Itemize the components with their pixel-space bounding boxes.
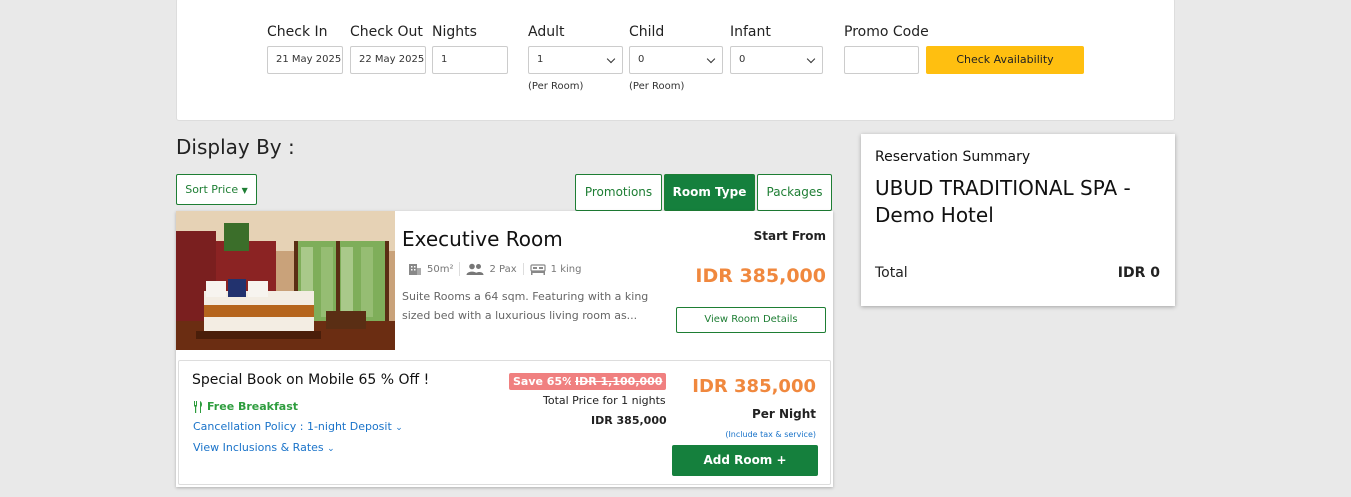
room-size: 50m² xyxy=(408,262,461,276)
display-by-heading: Display By : xyxy=(176,135,295,159)
room-bed: 1 king xyxy=(530,263,588,275)
infant-select[interactable]: 0 xyxy=(730,46,823,74)
child-field: Child xyxy=(629,24,664,40)
search-panel: Check In 21 May 2025 Check Out 22 May 20… xyxy=(176,0,1175,121)
save-badge: Save 65% xyxy=(509,373,578,390)
chevron-down-icon: ⌄ xyxy=(327,444,335,454)
rate-price: IDR 385,000 xyxy=(692,376,816,397)
caret-down-icon: ▼ xyxy=(241,186,248,195)
child-per-room-note: (Per Room) xyxy=(629,81,685,92)
utensils-icon xyxy=(194,400,203,413)
infant-field: Infant xyxy=(730,24,771,40)
room-bed-value: 1 king xyxy=(550,263,582,275)
room-start-price: IDR 385,000 xyxy=(695,265,826,287)
check-availability-button[interactable]: Check Availability xyxy=(926,46,1084,74)
people-icon xyxy=(466,263,484,275)
check-out-field: Check Out xyxy=(350,24,423,40)
cancellation-policy-link[interactable]: Cancellation Policy : 1-night Deposit ⌄ xyxy=(193,420,403,433)
promo-label: Promo Code xyxy=(844,24,929,40)
reservation-summary: Reservation Summary UBUD TRADITIONAL SPA… xyxy=(861,134,1175,306)
bed-icon xyxy=(530,264,546,275)
tab-packages[interactable]: Packages xyxy=(757,174,832,211)
child-select[interactable]: 0 xyxy=(629,46,723,74)
free-breakfast-label: Free Breakfast xyxy=(207,400,299,413)
chevron-down-icon: ⌄ xyxy=(395,423,403,433)
room-photo[interactable] xyxy=(176,211,395,350)
nights-label: Nights xyxy=(432,24,477,40)
tab-promotions[interactable]: Promotions xyxy=(575,174,662,211)
room-amenities: 50m² 2 Pax 1 king xyxy=(408,262,593,276)
tax-note: (Include tax & service) xyxy=(725,430,816,439)
sort-price-label: Sort Price xyxy=(185,183,239,196)
per-night-label: Per Night xyxy=(751,407,816,421)
room-size-value: 50m² xyxy=(427,263,454,275)
room-pax: 2 Pax xyxy=(466,263,524,275)
adult-field: Adult xyxy=(528,24,564,40)
add-room-button[interactable]: Add Room + xyxy=(672,445,818,476)
sort-price-button[interactable]: Sort Price ▼ xyxy=(176,174,257,205)
view-inclusions-label: View Inclusions & Rates xyxy=(193,441,324,454)
total-price-value: IDR 385,000 xyxy=(591,414,667,427)
summary-hotel-name: UBUD TRADITIONAL SPA - Demo Hotel xyxy=(875,176,1131,227)
original-price: IDR 1,100,000 xyxy=(571,373,667,390)
tab-room-type[interactable]: Room Type xyxy=(664,174,755,211)
child-label: Child xyxy=(629,24,665,40)
summary-heading: Reservation Summary xyxy=(875,149,1031,165)
adult-per-room-note: (Per Room) xyxy=(528,81,584,92)
check-in-input[interactable]: 21 May 2025 xyxy=(267,46,343,74)
check-in-field: Check In xyxy=(267,24,328,40)
room-photo-illustration xyxy=(176,211,395,350)
nights-field: Nights xyxy=(432,24,477,40)
rate-plan: Special Book on Mobile 65 % Off ! Free B… xyxy=(178,360,831,485)
summary-total-value: IDR 0 xyxy=(1117,265,1160,281)
free-breakfast: Free Breakfast xyxy=(193,400,298,413)
room-card: Executive Room 50m² 2 Pax 1 king Suite R… xyxy=(176,211,833,487)
total-price-nights-label: Total Price for 1 nights xyxy=(543,394,666,407)
room-title[interactable]: Executive Room xyxy=(402,227,563,251)
check-out-label: Check Out xyxy=(350,24,423,40)
cancellation-policy-label: Cancellation Policy : 1-night Deposit xyxy=(193,420,392,433)
view-room-details-button[interactable]: View Room Details xyxy=(676,307,826,333)
infant-label: Infant xyxy=(730,24,771,40)
room-pax-value: 2 Pax xyxy=(489,263,517,275)
summary-total-label: Total xyxy=(875,265,908,281)
promo-field: Promo Code xyxy=(844,24,929,40)
check-out-input[interactable]: 22 May 2025 xyxy=(350,46,426,74)
check-in-label: Check In xyxy=(267,24,328,40)
start-from-label: Start From xyxy=(753,229,826,243)
adult-select[interactable]: 1 xyxy=(528,46,623,74)
rate-title: Special Book on Mobile 65 % Off ! xyxy=(192,372,430,388)
view-inclusions-link[interactable]: View Inclusions & Rates ⌄ xyxy=(193,441,335,454)
building-icon xyxy=(409,264,421,275)
nights-input[interactable]: 1 xyxy=(432,46,508,74)
promo-code-input[interactable] xyxy=(844,46,919,74)
room-description: Suite Rooms a 64 sqm. Featuring with a k… xyxy=(402,290,649,322)
adult-label: Adult xyxy=(528,24,565,40)
